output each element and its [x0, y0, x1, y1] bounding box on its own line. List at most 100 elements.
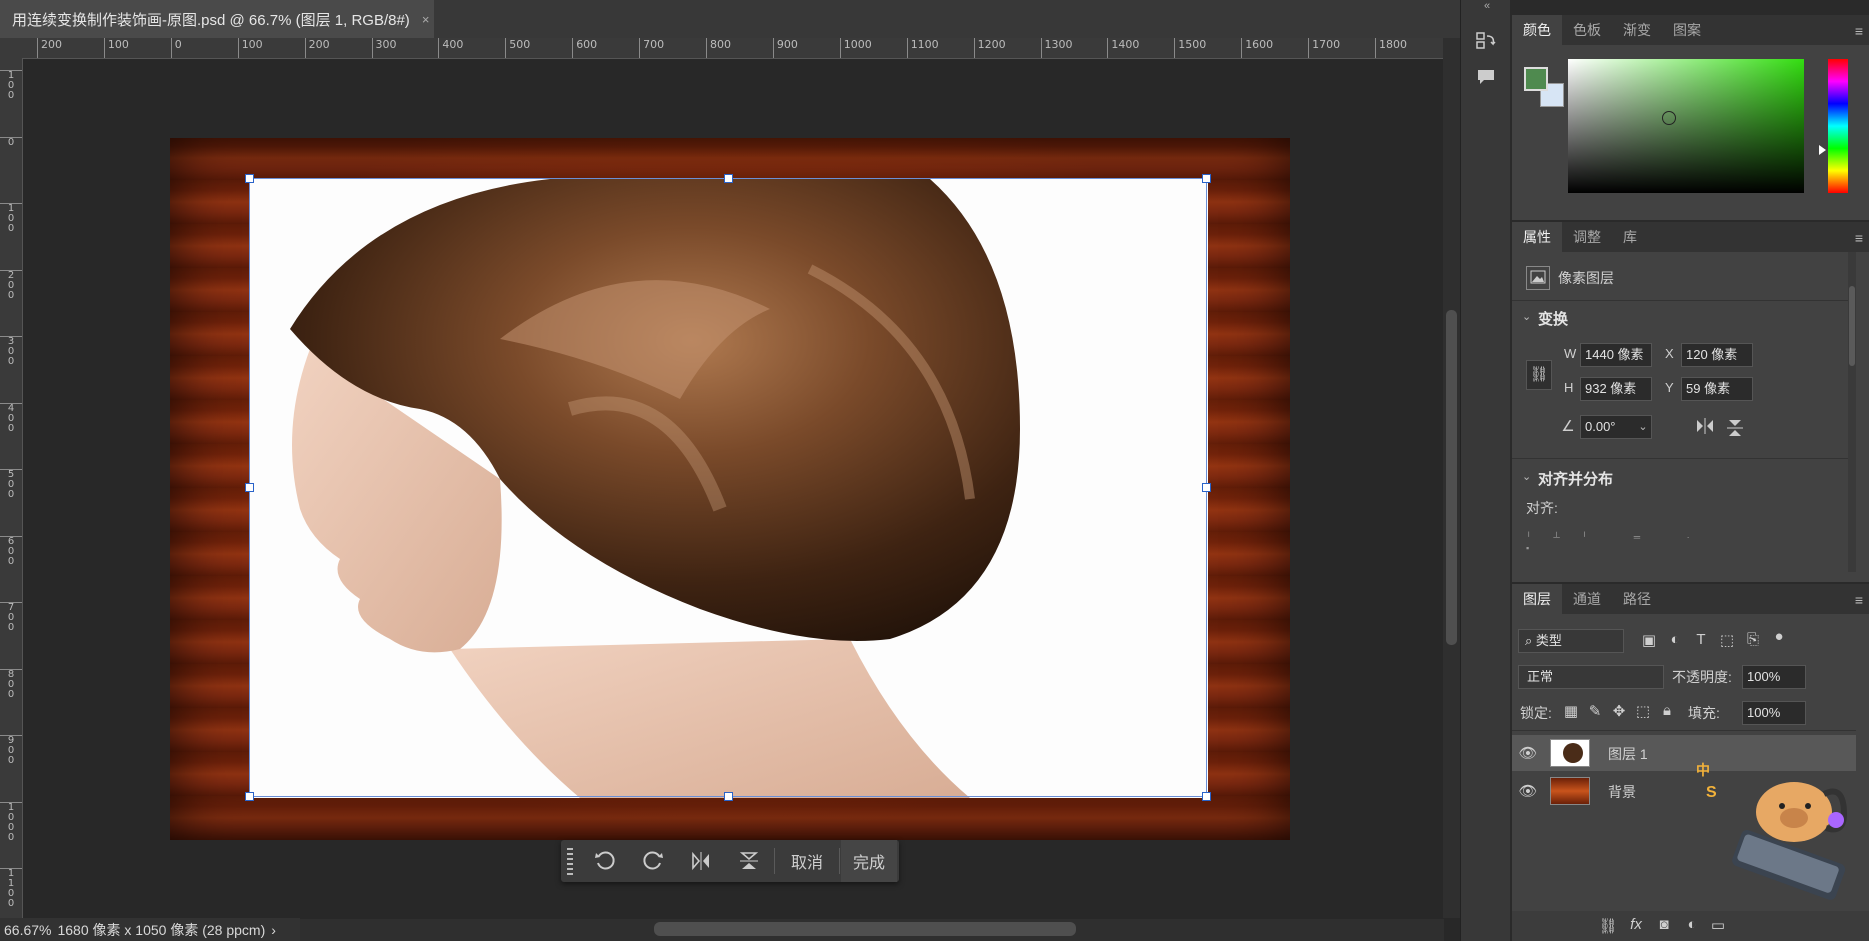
transform-handle-top-left[interactable] — [245, 174, 254, 183]
ruler-tick-label: 1700 — [1308, 38, 1340, 58]
transform-handle-bottom[interactable] — [724, 792, 733, 801]
filter-toggle-icon[interactable]: ● — [1770, 628, 1788, 645]
panel-menu-icon[interactable]: ≡ — [1855, 592, 1863, 608]
filter-type-icon[interactable]: T — [1692, 631, 1710, 648]
transform-handle-top[interactable] — [724, 174, 733, 183]
ruler-tick-label: 0 — [170, 38, 182, 58]
lock-artboard-icon[interactable]: ⬚ — [1634, 702, 1652, 720]
hue-slider[interactable] — [1828, 59, 1848, 193]
layer-filter-select[interactable]: ⌕ 类型 — [1518, 629, 1624, 653]
properties-scrollbar[interactable] — [1848, 252, 1856, 572]
ruler-tick-label: 1800 — [1375, 38, 1407, 58]
tab-adjustments[interactable]: 调整 — [1562, 222, 1612, 252]
flip-vertical-icon[interactable] — [1724, 418, 1746, 442]
ruler-tick-label: 1300 — [1040, 38, 1073, 58]
done-button[interactable]: 完成 — [841, 840, 897, 882]
fx-icon[interactable]: fx — [1626, 916, 1646, 933]
layers-panel: 图层 通道 路径 ≡ ⌕ 类型 ▣ ◐ T ⬚ ⎘ ● 正常 不透明度: 100… — [1512, 584, 1869, 941]
tab-layers[interactable]: 图层 — [1512, 584, 1562, 614]
ruler-tick-label: 2 0 0 — [0, 269, 22, 301]
eye-icon[interactable]: 👁︎ — [1518, 782, 1538, 800]
chevron-down-icon[interactable]: ⌄ — [1522, 470, 1531, 483]
opacity-field[interactable]: 100% — [1742, 665, 1806, 689]
horizontal-scroll-thumb[interactable] — [654, 922, 1076, 936]
add-mask-icon[interactable]: ◙ — [1654, 916, 1674, 933]
tab-color[interactable]: 颜色 — [1512, 15, 1562, 45]
close-tab-icon[interactable]: × — [422, 12, 430, 27]
filter-shape-icon[interactable]: ⬚ — [1718, 631, 1736, 649]
saturation-brightness-field[interactable] — [1568, 59, 1804, 193]
filter-pixel-icon[interactable]: ▣ — [1640, 631, 1658, 649]
rotate-cw-icon[interactable] — [633, 840, 673, 882]
hue-slider-marker[interactable] — [1819, 145, 1826, 155]
panel-menu-icon[interactable]: ≡ — [1855, 230, 1863, 246]
horizontal-ruler[interactable]: 200 100 0 100 200 300 400 500 600 700 800 900 1000 11… — [22, 38, 1444, 59]
foreground-color-swatch[interactable] — [1524, 67, 1548, 91]
layer-type-label: 像素图层 — [1558, 270, 1614, 286]
vertical-scroll-thumb[interactable] — [1446, 310, 1457, 645]
transform-handle-bottom-left[interactable] — [245, 792, 254, 801]
y-field[interactable]: 59 像素 — [1681, 377, 1753, 401]
fill-field[interactable]: 100% — [1742, 701, 1806, 725]
document-tab[interactable]: 用连续变换制作装饰画-原图.psd @ 66.7% (图层 1, RGB/8#)… — [0, 0, 434, 38]
tab-libraries[interactable]: 库 — [1612, 222, 1648, 252]
width-field[interactable]: 1440 像素 — [1580, 343, 1652, 367]
lock-transparent-pixels-icon[interactable]: ▦ — [1562, 702, 1580, 720]
flip-vertical-icon[interactable] — [729, 840, 769, 882]
new-adjustment-icon[interactable]: ◐ — [1682, 916, 1702, 933]
ruler-corner[interactable] — [0, 38, 23, 59]
panel-menu-icon[interactable]: ≡ — [1855, 23, 1863, 39]
ruler-tick-label: 1 1 0 0 — [0, 868, 22, 909]
blend-mode-select[interactable]: 正常 — [1518, 665, 1664, 689]
comments-icon[interactable] — [1473, 66, 1499, 92]
link-layers-icon[interactable]: ⛓ — [1598, 917, 1618, 935]
tab-paths[interactable]: 路径 — [1612, 584, 1662, 614]
eye-icon[interactable]: 👁︎ — [1518, 744, 1538, 762]
layers-footer: ⛓ fx ◙ ◐ ▭ — [1512, 911, 1869, 941]
tab-properties[interactable]: 属性 — [1512, 222, 1562, 252]
rotate-ccw-icon[interactable] — [585, 840, 625, 882]
vertical-ruler[interactable]: 1 0 0 0 1 0 0 2 0 0 3 0 0 4 0 0 5 0 0 6 0 0 7 0 … — [0, 58, 23, 918]
tab-swatches[interactable]: 色板 — [1562, 15, 1612, 45]
filter-adjustment-icon[interactable]: ◐ — [1666, 631, 1684, 648]
filter-smart-object-icon[interactable]: ⎘ — [1744, 631, 1762, 648]
history-icon[interactable] — [1473, 30, 1499, 56]
tab-channels[interactable]: 通道 — [1562, 584, 1612, 614]
drag-grip-icon[interactable] — [563, 840, 577, 882]
mascot-badge: 中 — [1696, 762, 1710, 778]
lock-all-icon[interactable]: 🔒︎ — [1658, 702, 1676, 719]
cancel-button[interactable]: 取消 — [777, 840, 837, 882]
ruler-tick-label: 1000 — [839, 38, 872, 58]
tab-gradients[interactable]: 渐变 — [1612, 15, 1662, 45]
chevron-down-icon[interactable]: ⌄ — [1522, 310, 1531, 323]
ruler-tick-label: 800 — [706, 38, 731, 58]
ruler-tick-label: 9 0 0 — [0, 735, 22, 766]
layer-name[interactable]: 图层 1 — [1608, 744, 1648, 764]
status-arrow-icon[interactable]: › — [271, 922, 276, 938]
flip-horizontal-icon[interactable] — [681, 840, 721, 882]
align-distribute-title[interactable]: 对齐并分布 — [1538, 468, 1613, 489]
ruler-tick-label: 200 — [304, 38, 330, 58]
flip-horizontal-icon[interactable] — [1694, 418, 1716, 438]
link-icon[interactable]: ⛓ — [1526, 360, 1552, 390]
transform-bounding-box[interactable] — [245, 174, 1211, 801]
transform-section-title[interactable]: 变换 — [1538, 308, 1568, 329]
angle-dropdown-icon[interactable]: ⌄ — [1634, 416, 1652, 438]
lock-position-icon[interactable]: ✥ — [1610, 702, 1628, 720]
transform-handle-left[interactable] — [245, 483, 254, 492]
transform-handle-top-right[interactable] — [1202, 174, 1211, 183]
tab-patterns[interactable]: 图案 — [1662, 15, 1712, 45]
zoom-level[interactable]: 66.67% — [4, 922, 51, 938]
document-title: 用连续变换制作装饰画-原图.psd @ 66.7% (图层 1, RGB/8#) — [12, 11, 410, 29]
contextual-task-bar: 取消 完成 — [561, 840, 899, 882]
new-group-icon[interactable]: ▭ — [1708, 916, 1728, 934]
color-picker-cursor[interactable] — [1662, 111, 1676, 125]
transform-handle-right[interactable] — [1202, 483, 1211, 492]
transform-handle-bottom-right[interactable] — [1202, 792, 1211, 801]
layer-name[interactable]: 背景 — [1608, 782, 1636, 802]
lock-image-pixels-icon[interactable]: ✎ — [1586, 702, 1604, 720]
expand-panels-icon[interactable]: « — [1479, 0, 1495, 12]
x-field[interactable]: 120 像素 — [1681, 343, 1753, 367]
height-field[interactable]: 932 像素 — [1580, 377, 1652, 401]
align-buttons-row[interactable]: ╵┴╵ ═ · ▪ — [1526, 532, 1746, 553]
